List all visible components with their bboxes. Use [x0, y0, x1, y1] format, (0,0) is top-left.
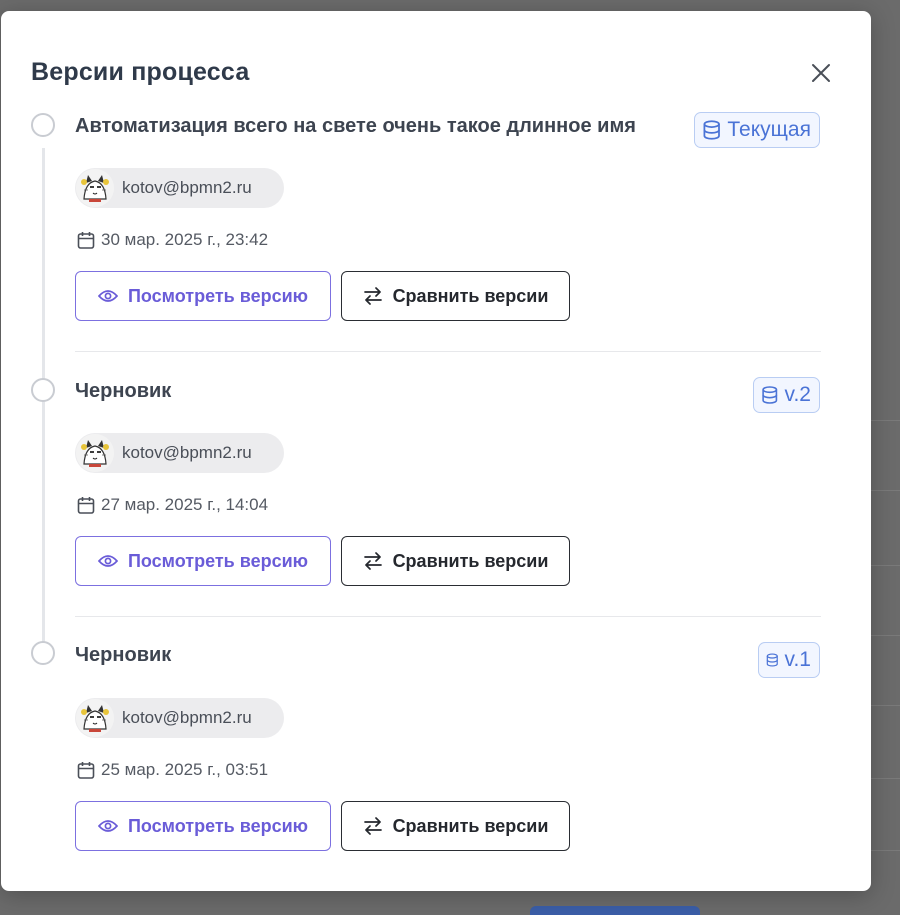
avatar: [76, 169, 114, 207]
avatar: [76, 434, 114, 472]
badge-label: v.1: [784, 648, 811, 671]
swap-arrows-icon: [363, 817, 382, 835]
database-icon: [762, 386, 778, 404]
date-row: 27 мар. 2025 г., 14:04: [76, 495, 268, 515]
user-email: kotov@bpmn2.ru: [122, 178, 252, 197]
view-version-button[interactable]: Посмотреть версию: [75, 801, 331, 851]
avatar: [76, 699, 114, 737]
compare-versions-label: Сравнить версии: [392, 815, 549, 836]
compare-versions-button[interactable]: Сравнить версии: [341, 801, 570, 851]
versions-modal: Версии процесса Автоматизация всего на с…: [1, 11, 871, 891]
date-row: 30 мар. 2025 г., 23:42: [76, 230, 268, 250]
user-chip: kotov@bpmn2.ru: [75, 698, 284, 738]
user-email: kotov@bpmn2.ru: [122, 708, 252, 727]
version-item: Черновик v.1 kotov@bpmn2.ru 25 мар. 2025…: [1, 541, 871, 851]
version-item: Черновик v.2 kotov@bpmn2.ru 27 мар. 2025…: [1, 276, 871, 617]
version-date: 25 мар. 2025 г., 03:51: [101, 760, 269, 779]
user-chip: kotov@bpmn2.ru: [75, 168, 284, 208]
calendar-icon: [77, 762, 95, 779]
database-icon: [766, 653, 778, 667]
timeline-node: [31, 641, 55, 665]
database-icon: [703, 120, 720, 140]
user-email: kotov@bpmn2.ru: [122, 443, 252, 462]
version-badge: v.2: [753, 377, 820, 413]
eye-icon: [97, 820, 118, 832]
version-date: 30 мар. 2025 г., 23:42: [101, 230, 269, 249]
badge-label: Текущая: [727, 118, 811, 141]
calendar-icon: [77, 497, 95, 514]
version-title: Черновик: [75, 380, 172, 402]
view-version-label: Посмотреть версию: [127, 815, 309, 836]
timeline-node: [31, 378, 55, 402]
version-title: Черновик: [75, 644, 172, 666]
timeline-node: [31, 113, 55, 137]
version-item: Автоматизация всего на свете очень такое…: [1, 11, 871, 352]
version-date: 27 мар. 2025 г., 14:04: [101, 495, 269, 514]
version-badge: v.1: [758, 642, 820, 678]
date-row: 25 мар. 2025 г., 03:51: [76, 760, 268, 780]
calendar-icon: [77, 232, 95, 249]
user-chip: kotov@bpmn2.ru: [75, 433, 284, 473]
backdrop-button: [530, 906, 700, 915]
badge-label: v.2: [784, 383, 811, 406]
version-title: Автоматизация всего на свете очень такое…: [75, 115, 636, 137]
version-badge: Текущая: [694, 112, 820, 148]
